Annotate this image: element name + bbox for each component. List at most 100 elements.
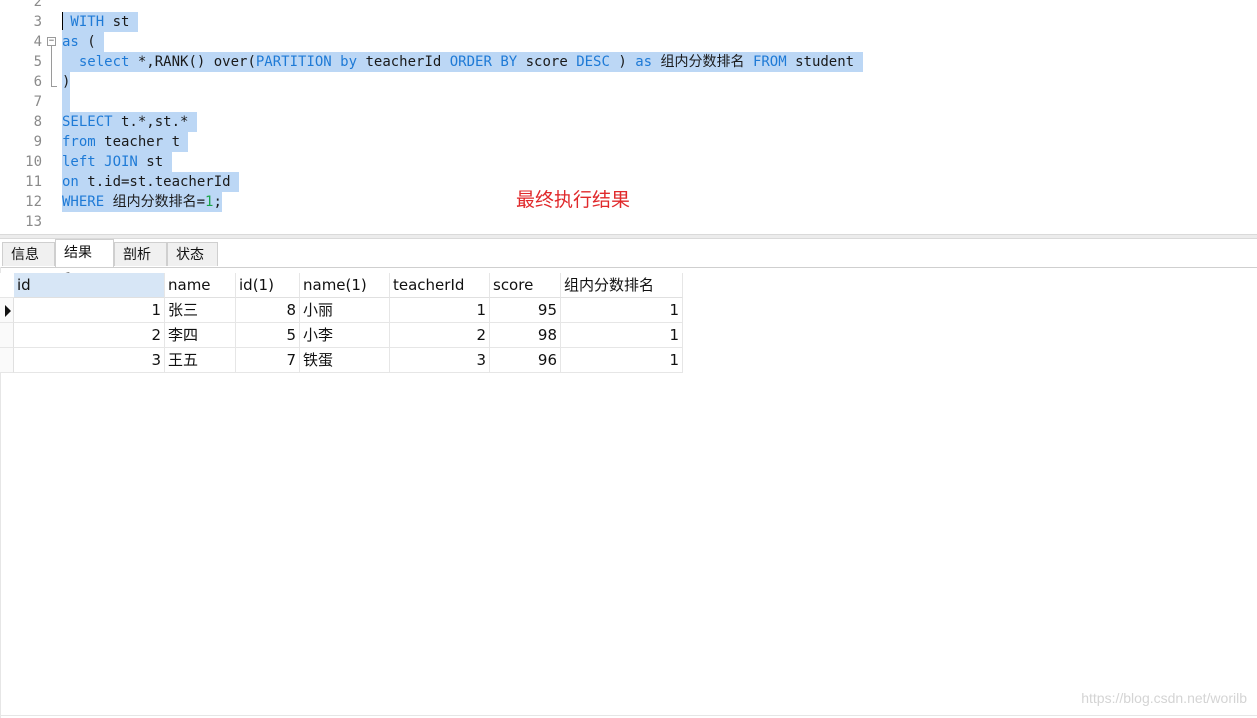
sql-token: teacherId <box>357 54 450 70</box>
table-row[interactable]: 3 王五 7 铁蛋 3 96 1 <box>0 348 683 373</box>
sql-editor[interactable]: 2 3 WITH st 4 as ( 5 select *,RANK() over(… <box>0 0 1257 236</box>
code-text[interactable]: WHERE 组内分数排名=1; <box>62 192 222 212</box>
code-line[interactable]: 5 select *,RANK() over(PARTITION by teac… <box>0 52 1257 72</box>
code-line[interactable]: 10 left JOIN st <box>0 152 1257 172</box>
sql-keyword: FROM <box>752 54 787 70</box>
column-header-id-1[interactable]: id(1) <box>236 273 300 298</box>
sql-token: score <box>517 54 577 70</box>
sql-token: ) <box>62 74 71 90</box>
cell-score[interactable]: 95 <box>490 298 561 323</box>
cell-id-1[interactable]: 8 <box>236 298 300 323</box>
row-selector[interactable] <box>0 298 14 323</box>
code-line[interactable]: 6) <box>0 72 1257 92</box>
cell-rank[interactable]: 1 <box>561 348 683 373</box>
cell-name-1[interactable]: 小李 <box>300 323 390 348</box>
cell-name[interactable]: 李四 <box>165 323 236 348</box>
sql-token: t.id=st.teacherId <box>78 174 240 190</box>
sql-token: t.*,st.* <box>112 114 197 130</box>
sql-keyword: from <box>62 134 96 150</box>
cell-rank[interactable]: 1 <box>561 298 683 323</box>
cell-name[interactable]: 王五 <box>165 348 236 373</box>
cell-name-1[interactable]: 铁蛋 <box>300 348 390 373</box>
text-caret <box>62 12 63 30</box>
row-selector[interactable] <box>0 323 14 348</box>
tab-status[interactable]: 状态 <box>167 242 218 266</box>
sql-token: st <box>104 14 138 30</box>
sql-keyword: WHERE <box>62 194 105 210</box>
sql-keyword: as <box>635 54 653 70</box>
cell-id[interactable]: 3 <box>14 348 165 373</box>
line-number: 7 <box>33 94 42 110</box>
grid-header-row: id name id(1) name(1) teacherId score 组内… <box>0 273 683 298</box>
cell-id[interactable]: 1 <box>14 298 165 323</box>
code-line[interactable]: 4 as ( <box>0 32 1257 52</box>
fold-end-marker <box>51 86 57 87</box>
line-number: 5 <box>33 54 42 70</box>
cell-teacherid[interactable]: 1 <box>390 298 490 323</box>
column-header-teacherid[interactable]: teacherId <box>390 273 490 298</box>
tab-info[interactable]: 信息 <box>2 242 55 266</box>
cell-id[interactable]: 2 <box>14 323 165 348</box>
cell-name-1[interactable]: 小丽 <box>300 298 390 323</box>
fold-toggle-icon[interactable]: − <box>47 37 56 46</box>
cell-score[interactable]: 96 <box>490 348 561 373</box>
cell-name[interactable]: 张三 <box>165 298 236 323</box>
code-line[interactable]: 2 <box>0 0 1257 12</box>
line-number: 9 <box>33 134 42 150</box>
cell-teacherid[interactable]: 3 <box>390 348 490 373</box>
cell-teacherid[interactable]: 2 <box>390 323 490 348</box>
code-text[interactable]: on t.id=st.teacherId <box>62 172 240 192</box>
cell-score[interactable]: 98 <box>490 323 561 348</box>
fold-guide <box>51 46 52 86</box>
annotation-text: 最终执行结果 <box>516 189 631 211</box>
code-text[interactable]: left JOIN st <box>62 152 172 172</box>
row-selector[interactable] <box>0 348 14 373</box>
code-text[interactable]: WITH st <box>62 12 138 32</box>
column-header-id[interactable]: id <box>14 273 165 298</box>
sql-token: 组内分数排名= <box>104 194 206 210</box>
code-text[interactable] <box>62 92 71 112</box>
line-number: 3 <box>33 14 42 30</box>
sql-keyword: SELECT <box>62 114 113 130</box>
sql-token: teacher t <box>95 134 189 150</box>
line-number: 8 <box>33 114 42 130</box>
code-line[interactable]: 9 from teacher t <box>0 132 1257 152</box>
column-header-rank[interactable]: 组内分数排名 <box>561 273 683 298</box>
line-number: 12 <box>25 194 42 210</box>
code-text[interactable]: SELECT t.*,st.* <box>62 112 197 132</box>
line-number: 6 <box>33 74 42 90</box>
code-text[interactable]: from teacher t <box>62 132 189 152</box>
cell-rank[interactable]: 1 <box>561 323 683 348</box>
cell-id-1[interactable]: 5 <box>236 323 300 348</box>
sql-keyword: DESC <box>576 54 610 70</box>
table-row[interactable]: 2 李四 5 小李 2 98 1 <box>0 323 683 348</box>
code-line[interactable]: 8 SELECT t.*,st.* <box>0 112 1257 132</box>
column-header-name-1[interactable]: name(1) <box>300 273 390 298</box>
sql-keyword: as <box>62 34 79 50</box>
header-corner <box>0 273 14 298</box>
code-line[interactable]: 3 WITH st <box>0 12 1257 32</box>
code-text[interactable]: ) <box>62 72 71 92</box>
result-tab-bar: 信息 结果 1 剖析 状态 <box>0 239 1257 287</box>
code-line[interactable]: 13 <box>0 212 1257 232</box>
sql-token: ( <box>78 34 105 50</box>
code-text[interactable]: select *,RANK() over(PARTITION by teache… <box>62 52 863 72</box>
column-header-name[interactable]: name <box>165 273 236 298</box>
bottom-border <box>0 715 1257 716</box>
tab-profile[interactable]: 剖析 <box>114 242 167 266</box>
sql-keyword: select <box>78 54 130 70</box>
cell-id-1[interactable]: 7 <box>236 348 300 373</box>
table-row[interactable]: 1 张三 8 小丽 1 95 1 <box>0 298 683 323</box>
code-text[interactable]: as ( <box>62 32 105 52</box>
column-header-score[interactable]: score <box>490 273 561 298</box>
sql-keyword: left JOIN <box>62 154 138 170</box>
sql-token: 组内分数排名 <box>652 54 753 70</box>
line-number: 4 <box>33 34 42 50</box>
line-number: 10 <box>25 154 42 170</box>
sql-keyword: ORDER BY <box>449 54 518 70</box>
line-number: 13 <box>25 214 42 230</box>
tab-result-1[interactable]: 结果 1 <box>55 239 114 287</box>
code-line[interactable]: 7 <box>0 92 1257 112</box>
sql-token: ; <box>213 194 222 210</box>
